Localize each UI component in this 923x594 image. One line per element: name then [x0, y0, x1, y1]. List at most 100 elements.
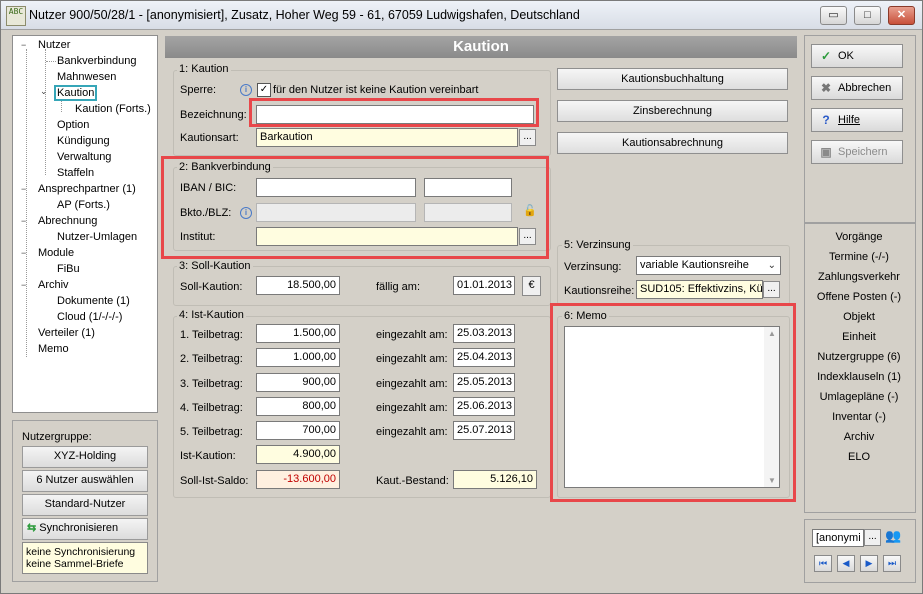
- tree-item-staffeln[interactable]: Staffeln: [57, 167, 94, 179]
- link-termine[interactable]: Termine (-/-): [804, 251, 914, 263]
- tree-item-kuendigung[interactable]: Kündigung: [57, 135, 110, 147]
- eingezahlt-date[interactable]: 25.05.2013: [453, 373, 515, 392]
- link-umlageplaene[interactable]: Umlagepläne (-): [804, 391, 914, 403]
- close-button[interactable]: ✕: [888, 6, 915, 25]
- sperre-checkbox[interactable]: ✓: [257, 83, 271, 97]
- institut-field[interactable]: [256, 227, 518, 246]
- tree-item-bankverbindung[interactable]: Bankverbindung: [57, 55, 137, 67]
- tree-item-module[interactable]: Module: [38, 247, 74, 259]
- minimize-button[interactable]: ▭: [820, 6, 847, 25]
- next-record-button[interactable]: ▶: [860, 555, 878, 572]
- tree-item-option[interactable]: Option: [57, 119, 89, 131]
- eingezahlt-date[interactable]: 25.04.2013: [453, 348, 515, 367]
- synchronize-button[interactable]: ⇆ Synchronisieren: [22, 518, 148, 540]
- link-inventar[interactable]: Inventar (-): [804, 411, 914, 423]
- blz-input: [424, 203, 512, 222]
- maximize-button[interactable]: □: [854, 6, 881, 25]
- tree-item-fibu[interactable]: FiBu: [57, 263, 80, 275]
- link-einheit[interactable]: Einheit: [804, 331, 914, 343]
- sperre-text: für den Nutzer ist keine Kaution vereinb…: [273, 84, 479, 96]
- sync-note-line2: keine Sammel-Briefe: [26, 558, 124, 570]
- sperre-label: Sperre:: [180, 84, 217, 96]
- tree-item-mahnwesen[interactable]: Mahnwesen: [57, 71, 116, 83]
- lock-icon[interactable]: 🔓: [522, 204, 538, 220]
- bezeichnung-input[interactable]: [256, 105, 534, 124]
- teilbetrag-label: 5. Teilbetrag:: [180, 426, 243, 438]
- currency-button[interactable]: €: [522, 276, 541, 296]
- last-record-button[interactable]: ⏭: [883, 555, 901, 572]
- tree-item-ansprechpartner[interactable]: Ansprechpartner (1): [38, 183, 136, 195]
- teilbetrag-amount[interactable]: 1.500,00: [256, 324, 340, 343]
- tree-item-verteiler[interactable]: Verteiler (1): [38, 327, 95, 339]
- collapse-icon[interactable]: −: [21, 248, 26, 258]
- help-button[interactable]: ? Hilfe: [811, 108, 903, 132]
- help-icon: ?: [822, 113, 830, 127]
- tree-item-dokumente[interactable]: Dokumente (1): [57, 295, 130, 307]
- eingezahlt-date[interactable]: 25.03.2013: [453, 324, 515, 343]
- link-zahlungsverkehr[interactable]: Zahlungsverkehr: [804, 271, 914, 283]
- teilbetrag-amount[interactable]: 800,00: [256, 397, 340, 416]
- teilbetrag-amount[interactable]: 1.000,00: [256, 348, 340, 367]
- link-archiv[interactable]: Archiv: [804, 431, 914, 443]
- save-button[interactable]: ▣ Speichern: [811, 140, 903, 164]
- xyz-holding-button[interactable]: XYZ-Holding: [22, 446, 148, 468]
- institut-browse-button[interactable]: ...: [519, 228, 536, 245]
- cancel-button[interactable]: ✖ Abbrechen: [811, 76, 903, 100]
- tree-item-nutzer-umlagen[interactable]: Nutzer-Umlagen: [57, 231, 137, 243]
- eingezahlt-date[interactable]: 25.06.2013: [453, 397, 515, 416]
- link-vorgaenge[interactable]: Vorgänge: [804, 231, 914, 243]
- first-record-button[interactable]: ⏮: [814, 555, 832, 572]
- teilbetrag-amount[interactable]: 900,00: [256, 373, 340, 392]
- chevron-down-icon[interactable]: ⌄: [768, 257, 776, 274]
- collapse-icon[interactable]: −: [21, 40, 26, 50]
- users-icon[interactable]: 👥: [885, 528, 901, 544]
- expand-icon[interactable]: ⌄: [40, 86, 48, 97]
- tree-item-memo[interactable]: Memo: [38, 343, 69, 355]
- scroll-down-icon[interactable]: ▼: [768, 476, 776, 485]
- faellig-input[interactable]: 01.01.2013: [453, 276, 515, 295]
- kautionsart-field[interactable]: Barkaution: [256, 128, 518, 147]
- zinsberechnung-button[interactable]: Zinsberechnung: [557, 100, 788, 122]
- collapse-icon[interactable]: −: [21, 280, 26, 290]
- soll-input[interactable]: 18.500,00: [256, 276, 340, 295]
- tree-item-abrechnung[interactable]: Abrechnung: [38, 215, 97, 227]
- ist-kaution-label: Ist-Kaution:: [180, 450, 236, 462]
- kautionsreihe-field[interactable]: SUD105: Effektivzins, Kü: [636, 280, 763, 299]
- kautionsart-browse-button[interactable]: ...: [519, 129, 536, 146]
- link-offene-posten[interactable]: Offene Posten (-): [804, 291, 914, 303]
- collapse-icon[interactable]: −: [21, 184, 26, 194]
- link-nutzergruppe[interactable]: Nutzergruppe (6): [804, 351, 914, 363]
- memo-textarea[interactable]: ▲ ▼: [564, 326, 780, 488]
- iban-input[interactable]: [256, 178, 416, 197]
- kautionsbuchhaltung-button[interactable]: Kautionsbuchhaltung: [557, 68, 788, 90]
- verzinsung-select[interactable]: variable Kautionsreihe ⌄: [636, 256, 781, 275]
- info-icon[interactable]: i: [240, 207, 252, 219]
- info-icon[interactable]: i: [240, 84, 252, 96]
- record-search-browse-button[interactable]: ...: [864, 529, 881, 546]
- scroll-up-icon[interactable]: ▲: [768, 329, 776, 338]
- tree-item-ap-forts[interactable]: AP (Forts.): [57, 199, 110, 211]
- eingezahlt-date[interactable]: 25.07.2013: [453, 421, 515, 440]
- tree-item-verwaltung[interactable]: Verwaltung: [57, 151, 111, 163]
- link-elo[interactable]: ELO: [804, 451, 914, 463]
- teilbetrag-label: 3. Teilbetrag:: [180, 378, 243, 390]
- kautionsreihe-browse-button[interactable]: ...: [763, 281, 780, 298]
- sync-icon: ⇆: [27, 522, 37, 534]
- teilbetrag-amount[interactable]: 700,00: [256, 421, 340, 440]
- tree-item-kaution-forts[interactable]: Kaution (Forts.): [75, 103, 151, 115]
- tree-item-kaution[interactable]: Kaution: [54, 85, 98, 101]
- tree-item-nutzer[interactable]: Nutzer: [38, 39, 70, 51]
- standard-user-button[interactable]: Standard-Nutzer: [22, 494, 148, 516]
- ok-button[interactable]: ✓ OK: [811, 44, 903, 68]
- bic-input[interactable]: [424, 178, 512, 197]
- memo-scrollbar[interactable]: ▲ ▼: [764, 327, 779, 487]
- previous-record-button[interactable]: ◀: [837, 555, 855, 572]
- link-indexklauseln[interactable]: Indexklauseln (1): [804, 371, 914, 383]
- tree-item-archiv[interactable]: Archiv: [38, 279, 69, 291]
- tree-item-cloud[interactable]: Cloud (1/-/-/-): [57, 311, 122, 323]
- record-search-input[interactable]: [anonymi: [812, 529, 864, 547]
- collapse-icon[interactable]: −: [21, 216, 26, 226]
- select-users-button[interactable]: 6 Nutzer auswählen: [22, 470, 148, 492]
- kautionsabrechnung-button[interactable]: Kautionsabrechnung: [557, 132, 788, 154]
- link-objekt[interactable]: Objekt: [804, 311, 914, 323]
